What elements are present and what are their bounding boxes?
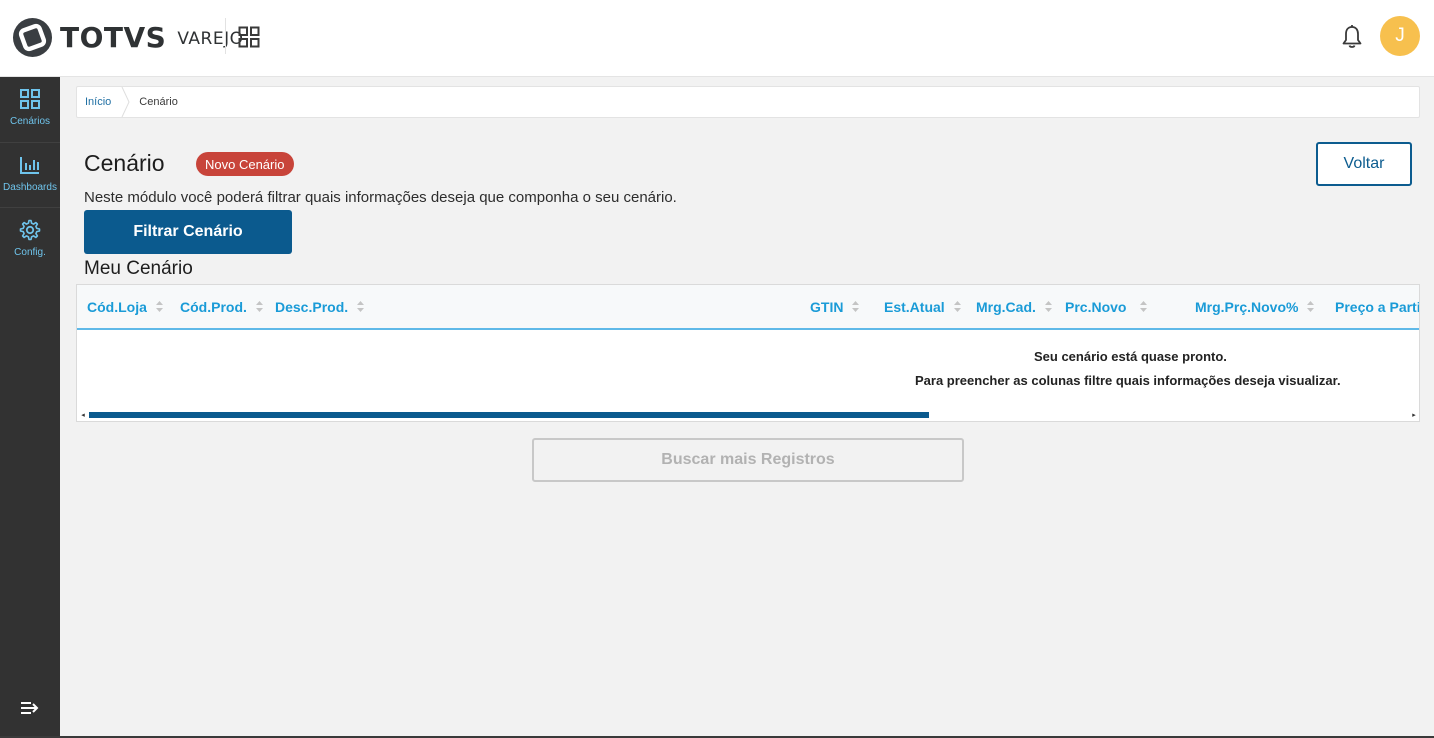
page-title: Cenário — [84, 150, 165, 176]
totvs-logo-icon — [12, 17, 53, 57]
sidebar-item-cenarios[interactable]: Cenários — [0, 77, 60, 142]
sidebar-item-label: Dashboards — [3, 182, 57, 193]
back-button[interactable]: Voltar — [1316, 142, 1412, 186]
logo[interactable]: TOTVS VAREJO — [12, 16, 243, 58]
breadcrumb-current: Cenário — [139, 96, 178, 108]
column-header-cod-prod[interactable]: Cód.Prod. — [180, 285, 263, 328]
table-header: Cód.Loja Cód.Prod. Desc.Prod. GTIN Est.A… — [77, 285, 1420, 330]
scroll-left-icon[interactable]: ◂ — [79, 411, 87, 420]
expand-menu-icon[interactable] — [19, 699, 41, 717]
column-label: Prc.Novo — [1065, 298, 1127, 315]
column-header-cod-loja[interactable]: Cód.Loja — [87, 285, 163, 328]
column-label: Mrg.Cad. — [976, 298, 1036, 315]
sort-icon — [1140, 301, 1148, 312]
header-divider — [225, 18, 226, 54]
sort-icon — [255, 301, 263, 312]
sort-icon — [357, 301, 365, 312]
column-label: Est.Atual — [884, 298, 945, 315]
bar-chart-icon — [20, 157, 39, 174]
column-label: GTIN — [810, 298, 844, 315]
load-more-button[interactable]: Buscar mais Registros — [532, 438, 964, 482]
scroll-right-icon[interactable]: ▸ — [1410, 411, 1418, 420]
sidebar-item-config[interactable]: Config. — [0, 207, 60, 272]
column-label: Preço a Parti — [1335, 298, 1420, 315]
top-bar: TOTVS VAREJO J — [0, 0, 1434, 77]
sort-icon — [1307, 301, 1315, 312]
column-header-est-atual[interactable]: Est.Atual — [884, 285, 961, 328]
scrollbar-thumb[interactable] — [89, 412, 929, 418]
apps-grid-icon[interactable] — [238, 26, 260, 48]
status-badge: Novo Cenário — [196, 152, 294, 176]
sort-icon — [953, 301, 961, 312]
sidebar: Cenários Dashboards Config. — [0, 77, 60, 738]
sort-icon — [155, 301, 163, 312]
notification-bell-icon[interactable] — [1340, 24, 1364, 50]
column-header-prc-novo[interactable]: Prc.Novo — [1065, 285, 1148, 328]
scenario-table: Cód.Loja Cód.Prod. Desc.Prod. GTIN Est.A… — [76, 284, 1420, 422]
sort-icon — [1044, 301, 1052, 312]
column-label: Cód.Prod. — [180, 298, 247, 315]
empty-state-title: Seu cenário está quase pronto. — [1034, 349, 1227, 364]
column-label: Mrg.Prç.Novo% — [1195, 298, 1299, 315]
user-avatar[interactable]: J — [1380, 16, 1420, 56]
column-header-mrg-prc-novo[interactable]: Mrg.Prç.Novo% — [1195, 285, 1315, 328]
column-header-desc-prod[interactable]: Desc.Prod. — [275, 285, 365, 328]
sidebar-item-label: Cenários — [9, 116, 51, 127]
column-label: Cód.Loja — [87, 298, 147, 315]
horizontal-scrollbar[interactable]: ◂ ▸ — [77, 410, 1419, 421]
breadcrumb-separator-icon — [121, 87, 130, 117]
brand-name: TOTVS — [60, 20, 167, 54]
column-header-mrg-cad[interactable]: Mrg.Cad. — [976, 285, 1052, 328]
filter-scenario-button[interactable]: Filtrar Cenário — [84, 210, 292, 254]
empty-state-text: Para preencher as colunas filtre quais i… — [915, 373, 1341, 388]
section-title: Meu Cenário — [84, 258, 193, 279]
breadcrumb: Início Cenário — [76, 86, 1420, 118]
breadcrumb-home[interactable]: Início — [77, 87, 121, 117]
sidebar-item-label: Config. — [14, 247, 46, 258]
grid-icon — [20, 89, 40, 109]
column-header-preco-a-partir[interactable]: Preço a Parti — [1335, 285, 1420, 328]
product-name: VAREJO — [177, 29, 244, 49]
column-label: Desc.Prod. — [275, 298, 349, 315]
column-header-gtin[interactable]: GTIN — [810, 285, 860, 328]
gear-icon — [19, 219, 41, 241]
sort-icon — [852, 301, 860, 312]
page-description: Neste módulo você poderá filtrar quais i… — [84, 189, 677, 206]
sidebar-item-dashboards[interactable]: Dashboards — [0, 142, 60, 207]
